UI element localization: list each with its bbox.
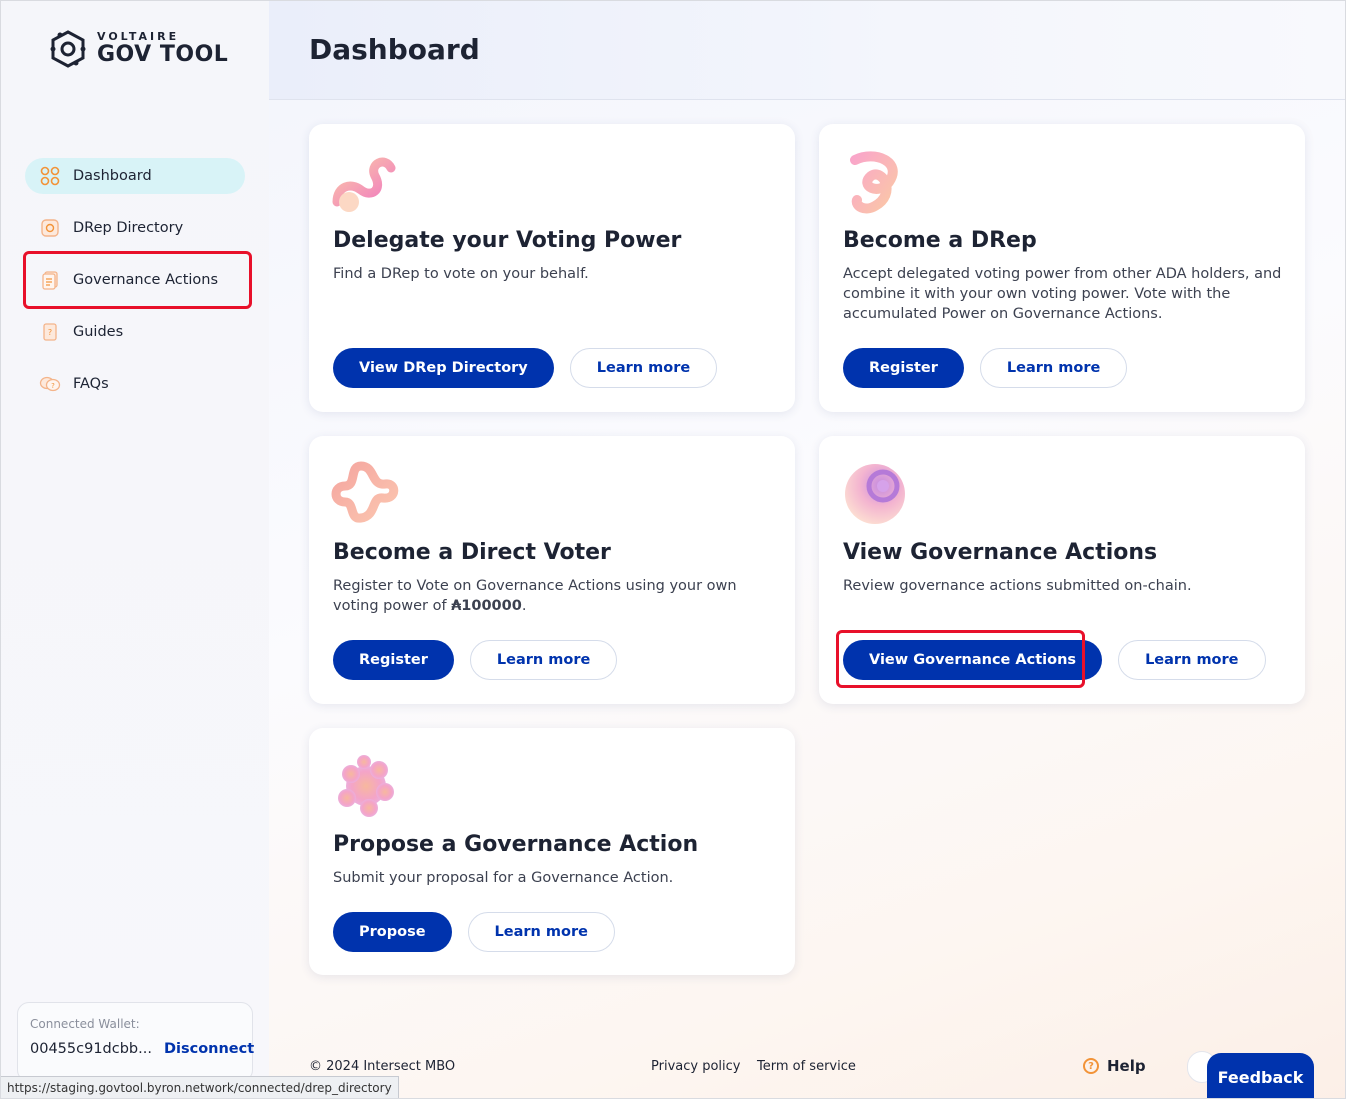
disconnect-button[interactable]: Disconnect — [164, 1041, 254, 1057]
card-description: Submit your proposal for a Governance Ac… — [333, 870, 674, 886]
help-question-icon: ? — [1083, 1058, 1099, 1074]
register-direct-voter-button[interactable]: Register — [333, 640, 454, 680]
propose-bloom-icon — [338, 755, 394, 817]
view-governance-actions-button[interactable]: View Governance Actions — [843, 640, 1103, 680]
browser-status-url: https://staging.govtool.byron.network/co… — [1, 1076, 399, 1098]
governance-actions-icon — [39, 269, 61, 291]
learn-more-button[interactable]: Learn more — [469, 640, 618, 680]
register-drep-button[interactable]: Register — [843, 348, 964, 388]
card-description: Find a DRep to vote on your behalf. — [333, 266, 589, 282]
drep-swirl-icon — [850, 151, 898, 214]
sidebar-nav: Dashboard DRep Directory Governance Acti… — [25, 158, 245, 418]
card-direct-voter: Become a Direct Voter Register to Vote o… — [309, 436, 795, 704]
card-propose-governance-action: Propose a Governance Action Submit your … — [309, 728, 795, 975]
card-view-governance-actions: View Governance Actions Review governanc… — [819, 436, 1305, 704]
sidebar-item-label: Governance Actions — [73, 272, 219, 288]
privacy-policy-link[interactable]: Privacy policy — [651, 1059, 740, 1074]
svg-text:?: ? — [51, 382, 55, 390]
card-title: Become a Direct Voter — [333, 540, 611, 565]
card-description: Register to Vote on Governance Actions u… — [333, 576, 773, 616]
page-title: Dashboard — [309, 33, 480, 66]
app-window: VOLTAIRE GOV TOOL Dashboard DRep Directo… — [0, 0, 1346, 1099]
learn-more-button[interactable]: Learn more — [1118, 640, 1266, 680]
svg-text:?: ? — [48, 328, 52, 337]
card-delegate: Delegate your Voting Power Find a DRep t… — [309, 124, 795, 412]
footer: © 2024 Intersect MBO Privacy policy Term… — [309, 1057, 1319, 1079]
terms-of-service-link[interactable]: Term of service — [757, 1059, 856, 1074]
governance-spiral-icon — [845, 464, 905, 524]
card-description: Review governance actions submitted on-c… — [843, 578, 1192, 594]
sidebar-item-faqs[interactable]: ? FAQs — [25, 366, 245, 402]
sidebar-item-drep-directory[interactable]: DRep Directory — [25, 210, 245, 246]
dashboard-grid-icon — [39, 165, 61, 187]
sidebar-item-label: DRep Directory — [73, 220, 184, 236]
main-content: Dashboard Delegate your Voting Power Fin… — [269, 1, 1345, 1098]
delegate-swirl-icon — [332, 157, 396, 212]
card-title: Propose a Governance Action — [333, 832, 699, 857]
learn-more-button[interactable]: Learn more — [467, 912, 615, 952]
view-drep-directory-button[interactable]: View DRep Directory — [333, 348, 554, 388]
sidebar-item-governance-actions[interactable]: Governance Actions — [25, 262, 245, 298]
card-title: Delegate your Voting Power — [333, 228, 682, 253]
logo-title: GOV TOOL — [97, 42, 229, 67]
learn-more-button[interactable]: Learn more — [979, 348, 1128, 388]
sidebar-item-label: Dashboard — [73, 168, 152, 184]
page-header: Dashboard — [269, 1, 1345, 100]
card-title: View Governance Actions — [843, 540, 1158, 565]
card-title: Become a DRep — [843, 228, 1037, 253]
sidebar-item-dashboard[interactable]: Dashboard — [25, 158, 245, 194]
sidebar-item-label: FAQs — [73, 376, 109, 392]
propose-button[interactable]: Propose — [333, 912, 452, 952]
voting-power-amount: ₳100000 — [451, 598, 522, 614]
wallet-label: Connected Wallet: — [30, 1017, 140, 1031]
sidebar: VOLTAIRE GOV TOOL Dashboard DRep Directo… — [1, 1, 269, 1098]
card-become-drep: Become a DRep Accept delegated voting po… — [819, 124, 1305, 412]
feedback-button[interactable]: Feedback — [1207, 1053, 1314, 1098]
drep-directory-icon — [39, 217, 61, 239]
description-text: Register to Vote on Governance Actions u… — [333, 578, 737, 614]
copyright-text: © 2024 Intersect MBO — [309, 1059, 456, 1074]
govtool-logo-icon — [50, 30, 86, 68]
sidebar-item-label: Guides — [73, 324, 124, 340]
help-link[interactable]: ? Help — [1083, 1057, 1146, 1075]
wallet-address: 00455c91dcbb... — [30, 1041, 152, 1057]
sidebar-item-guides[interactable]: ? Guides — [25, 314, 245, 350]
card-description: Accept delegated voting power from other… — [843, 266, 1282, 322]
connected-wallet-panel: Connected Wallet: 00455c91dcbb... Discon… — [17, 1002, 254, 1082]
direct-voter-knot-icon — [331, 461, 399, 523]
guides-icon: ? — [39, 321, 61, 343]
faqs-icon: ? — [39, 373, 61, 395]
description-suffix: . — [521, 598, 527, 614]
logo[interactable]: VOLTAIRE GOV TOOL — [47, 29, 228, 69]
learn-more-button[interactable]: Learn more — [569, 348, 718, 388]
help-label: Help — [1107, 1057, 1146, 1075]
